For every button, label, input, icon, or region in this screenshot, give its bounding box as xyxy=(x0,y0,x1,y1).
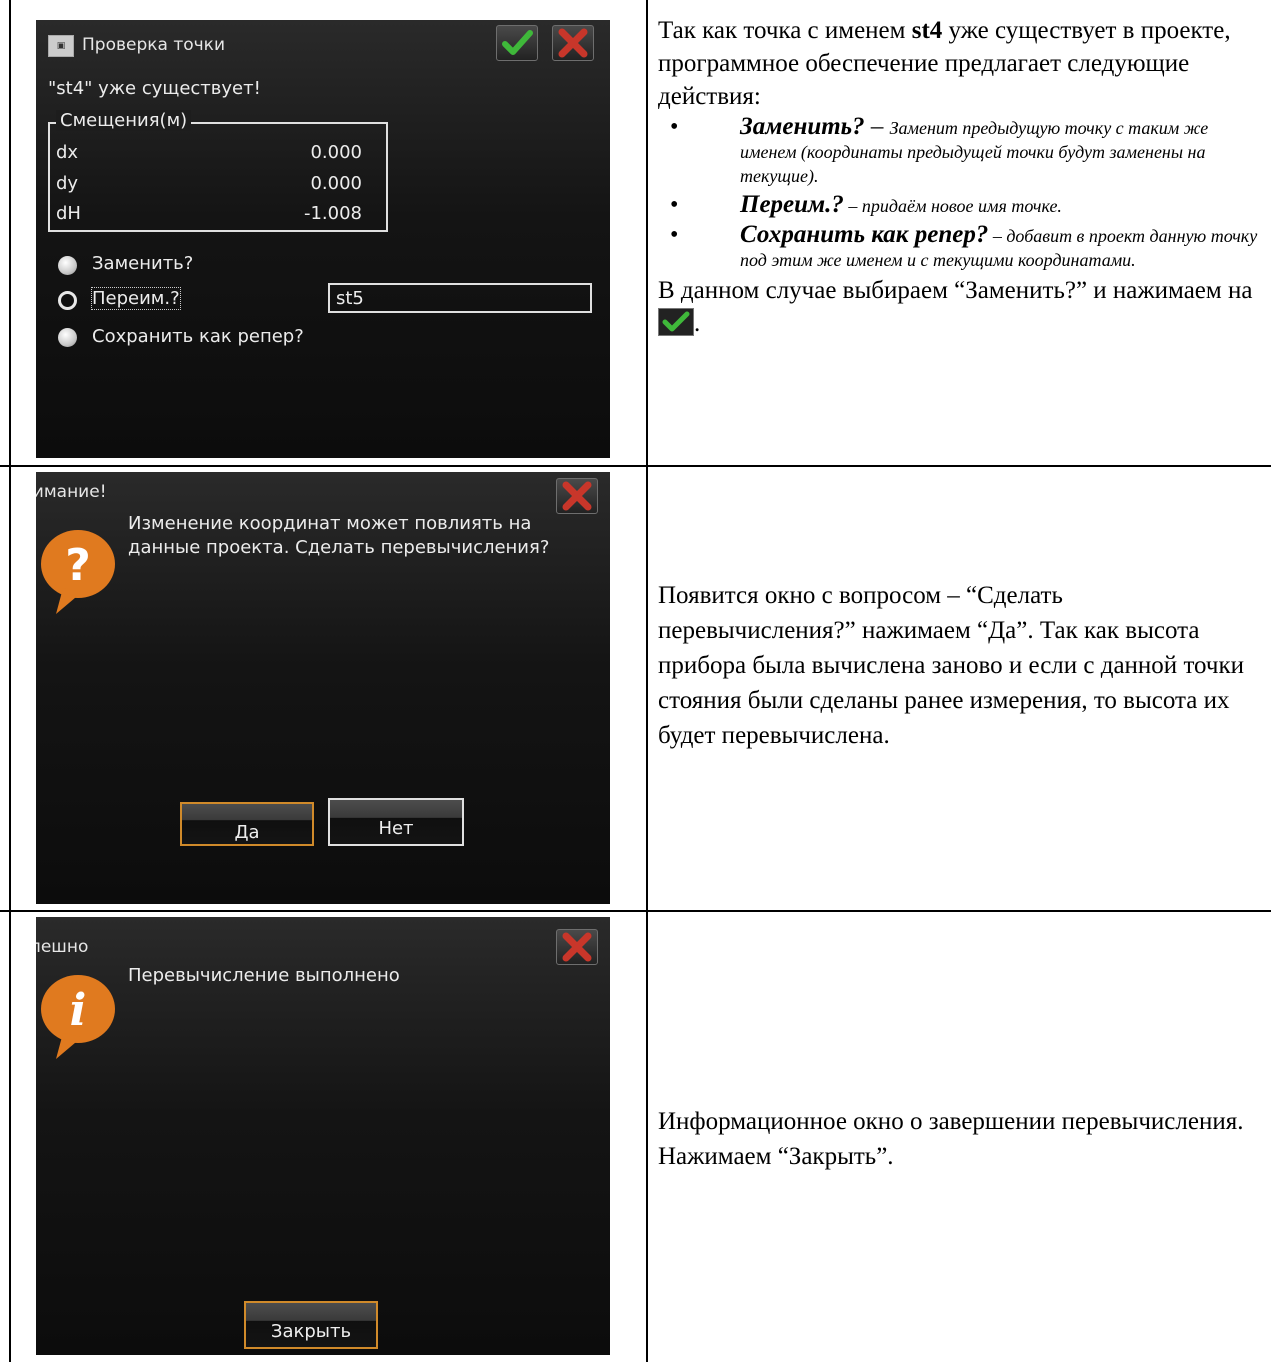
exists-message: "st4" уже существует! xyxy=(48,78,261,99)
radio-save-benchmark[interactable] xyxy=(58,328,77,347)
dialog-title: Внимание! xyxy=(36,482,107,502)
question-bubble-icon: ? xyxy=(41,530,115,614)
close-button[interactable] xyxy=(556,929,598,965)
bullet-item: • Заменить? – Заменит предыдущую точку с… xyxy=(658,113,1258,188)
close-icon xyxy=(562,932,592,962)
offset-name-dy: dy xyxy=(56,173,79,194)
bullet-dot: • xyxy=(670,114,679,140)
success-dialog: Успешно i Перевычисление выполнено Закры… xyxy=(36,917,610,1355)
bullet-term: Переим.? xyxy=(740,191,844,218)
table-left-border xyxy=(9,0,11,1362)
offset-value-dy: 0.000 xyxy=(310,173,362,194)
offset-name-dh: dH xyxy=(56,203,81,224)
description-1: Так как точка с именем st4 уже существуе… xyxy=(658,14,1258,340)
confirm-button[interactable] xyxy=(496,25,538,61)
table-row-divider-1 xyxy=(0,465,1271,467)
radio-rename[interactable] xyxy=(58,291,77,310)
outro-text: В данном случае выбираем “Заменить?” и н… xyxy=(658,277,1253,304)
checkmark-icon xyxy=(502,30,533,55)
offset-name-dx: dx xyxy=(56,142,79,163)
svg-text:?: ? xyxy=(65,540,91,591)
radio-replace[interactable] xyxy=(58,256,77,275)
dialog-message: Изменение координат может повлиять на да… xyxy=(128,513,550,558)
bullet-dot: • xyxy=(670,192,679,218)
outro-paragraph: В данном случае выбираем “Заменить?” и н… xyxy=(658,274,1258,340)
no-button[interactable]: Нет xyxy=(328,798,464,846)
dialog-title: Успешно xyxy=(36,937,89,957)
bullet-sep: – xyxy=(843,196,862,216)
offset-value-dx: 0.000 xyxy=(310,142,362,163)
bullet-dot: • xyxy=(670,222,679,248)
description-2-text: Появится окно с вопросом – “Сделать пере… xyxy=(658,582,1244,749)
svg-text:i: i xyxy=(70,985,87,1036)
bullet-item: • Сохранить как репер? – добавит в проек… xyxy=(658,221,1258,272)
bullet-list: • Заменить? – Заменит предыдущую точку с… xyxy=(658,113,1258,272)
option-replace-label: Заменить? xyxy=(92,253,194,274)
rename-input[interactable]: st5 xyxy=(328,283,592,313)
option-save-benchmark-label: Сохранить как репер? xyxy=(92,326,304,347)
outro-end: . xyxy=(694,310,701,337)
info-bubble-icon: i xyxy=(41,975,115,1059)
app-icon: ▣ xyxy=(48,35,74,57)
warning-dialog: Внимание! ? Изменение координат может по… xyxy=(36,472,610,904)
yes-button[interactable]: Да xyxy=(180,802,314,846)
point-check-dialog: ▣ Проверка точки "st4" уже существует! С… xyxy=(36,20,610,458)
description-3-text: Информационное окно о завершении перевыч… xyxy=(658,1108,1244,1170)
close-icon xyxy=(562,481,592,511)
option-rename-label: Переим.? xyxy=(91,287,181,310)
offsets-label: Смещения(м) xyxy=(56,110,192,131)
bullet-sep: – xyxy=(864,113,890,140)
bullet-text: придаём новое имя точке. xyxy=(861,196,1062,216)
description-2: Появится окно с вопросом – “Сделать пере… xyxy=(658,578,1258,753)
close-dialog-button[interactable]: Закрыть xyxy=(244,1301,378,1349)
intro-text-a: Так как точка с именем xyxy=(658,17,912,44)
offset-value-dh: -1.008 xyxy=(303,203,362,224)
dialog-message: Перевычисление выполнено xyxy=(128,965,400,986)
description-3: Информационное окно о завершении перевыч… xyxy=(658,1104,1258,1174)
rename-input-value: st5 xyxy=(336,288,364,309)
close-button[interactable] xyxy=(552,25,594,61)
inline-checkmark-icon xyxy=(658,308,694,336)
close-button[interactable] xyxy=(556,478,598,514)
bullet-sep: – xyxy=(988,226,1007,246)
bullet-item: • Переим.? – придаём новое имя точке. xyxy=(658,190,1258,221)
table-column-divider xyxy=(646,0,648,1362)
bullet-term: Сохранить как репер? xyxy=(740,221,989,248)
bullet-term: Заменить? xyxy=(740,113,865,140)
document-page: ▣ Проверка точки "st4" уже существует! С… xyxy=(0,0,1271,1362)
table-row-divider-2 xyxy=(0,910,1271,912)
intro-paragraph: Так как точка с именем st4 уже существуе… xyxy=(658,14,1258,113)
point-name: st4 xyxy=(911,17,943,44)
dialog-title: Проверка точки xyxy=(82,35,225,55)
close-icon xyxy=(558,28,588,58)
